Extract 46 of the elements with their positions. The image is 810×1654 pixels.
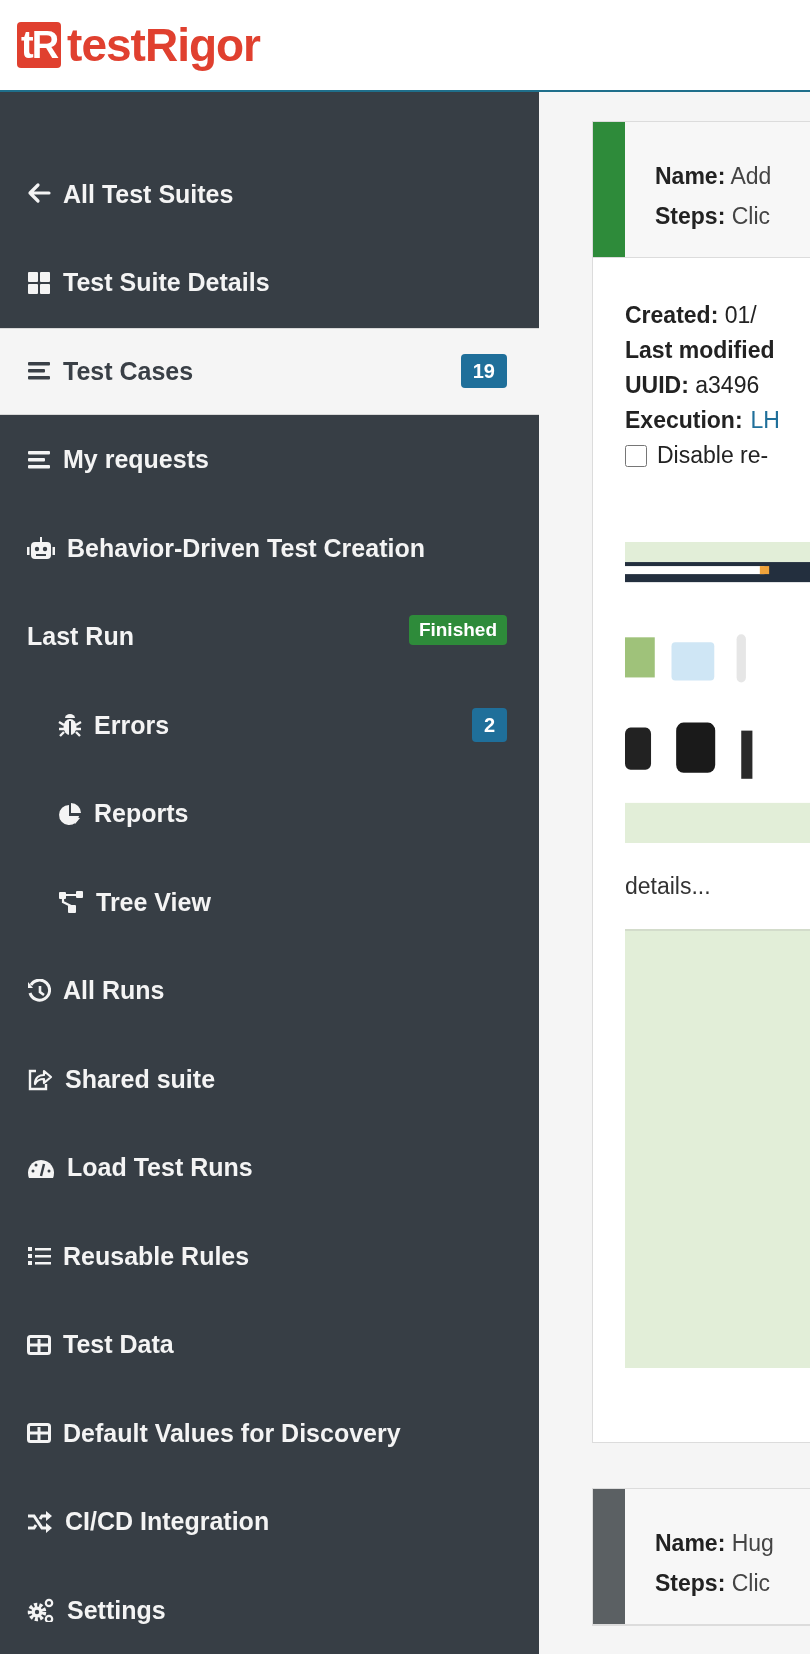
field-text: Name: Hug	[655, 1529, 774, 1558]
checkbox-label: Disable re-	[657, 441, 769, 470]
sidebar-item[interactable]: All Runs	[0, 946, 539, 1035]
sidebar-item[interactable]: Errors 2	[0, 681, 539, 770]
history-icon	[27, 978, 51, 1003]
table-icon	[27, 1421, 51, 1446]
execution-link[interactable]: LH	[750, 407, 780, 433]
checkbox[interactable]	[625, 444, 647, 467]
share-icon	[27, 1067, 53, 1092]
sidebar-item[interactable]: Reusable Rules	[0, 1212, 539, 1301]
sidebar-item[interactable]: My requests	[0, 415, 539, 504]
detail-text: Created: 01/	[625, 301, 758, 330]
pie-chart-icon	[58, 801, 82, 826]
details-text: details...	[625, 872, 712, 901]
sidebar-item[interactable]: Shared suite	[0, 1035, 539, 1124]
tree-icon	[58, 890, 84, 915]
sidebar-item[interactable]: Tree View	[0, 858, 539, 947]
bug-icon	[58, 713, 82, 738]
detail-text: UUID: a3496	[625, 371, 761, 400]
sidebar-item[interactable]: CI/CD Integration	[0, 1477, 539, 1566]
count-badge: 19	[460, 354, 507, 389]
field-text: Name: Add	[655, 162, 772, 191]
table-icon	[27, 1332, 51, 1357]
sidebar-item[interactable]: All Test Suites	[0, 150, 539, 239]
field-text: Steps: Clic	[655, 1569, 772, 1598]
sidebar-item[interactable]: Settings	[0, 1566, 539, 1654]
field-label: Execution:	[625, 407, 743, 433]
card-header[interactable]: Name: Hug Steps: Clic	[593, 1489, 810, 1625]
count-badge: 2	[471, 708, 507, 743]
sidebar-item[interactable]: Last Run Finished	[0, 592, 539, 681]
robot-icon	[27, 536, 55, 561]
grid-icon	[27, 270, 51, 295]
sidebar-item[interactable]: Test Suite Details	[0, 238, 539, 327]
sidebar-item[interactable]: Default Values for Discovery	[0, 1389, 539, 1478]
gears-icon	[27, 1598, 55, 1623]
field-text: Steps: Clic	[655, 202, 772, 231]
sidebar-item[interactable]: Test Data	[0, 1300, 539, 1389]
logo-mark: tR	[17, 22, 62, 68]
shuffle-icon	[27, 1509, 53, 1534]
detail-text: Last modified	[625, 336, 776, 365]
card-header[interactable]: Name: Add Steps: Clic	[593, 122, 810, 258]
sidebar-item[interactable]: Test Cases 19	[0, 327, 539, 415]
sidebar-item[interactable]: Load Test Runs	[0, 1123, 539, 1212]
sidebar-item[interactable]: Reports	[0, 769, 539, 858]
sidebar-item[interactable]: Behavior-Driven Test Creation	[0, 504, 539, 593]
status-badge: Finished	[408, 614, 507, 645]
